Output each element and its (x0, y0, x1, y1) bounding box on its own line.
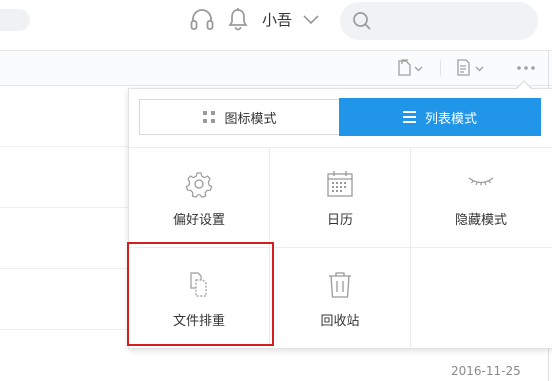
calendar-icon (327, 171, 353, 197)
popup-caret-fill (517, 82, 531, 89)
grid-mode-label: 图标模式 (224, 111, 277, 127)
new-file-dropdown-icon[interactable] (396, 59, 426, 77)
bell-icon[interactable] (227, 7, 249, 31)
preferences-item[interactable]: 偏好设置 (129, 147, 269, 247)
calendar-label: 日历 (326, 213, 353, 228)
tab-pill[interactable] (0, 9, 30, 31)
file-toolbar (0, 51, 552, 86)
file-duplicate-icon (190, 272, 207, 297)
file-dedup-label: 文件排重 (172, 314, 225, 329)
recycle-bin-item[interactable]: 回收站 (270, 248, 410, 348)
grid-mode-button[interactable]: 图标模式 (139, 99, 340, 135)
search-input[interactable] (380, 10, 529, 34)
trash-icon (329, 272, 351, 298)
hidden-mode-item[interactable]: 隐藏模式 (411, 147, 551, 247)
file-dedup-item[interactable]: 文件排重 (129, 248, 269, 348)
username[interactable]: 小吾 (262, 9, 292, 30)
view-mode-toggle: 图标模式 列表模式 (139, 98, 541, 137)
calendar-item[interactable]: 日历 (270, 147, 410, 247)
preferences-label: 偏好设置 (172, 213, 225, 228)
headset-icon[interactable] (189, 7, 215, 33)
list-mode-button[interactable]: 列表模式 (339, 98, 541, 136)
row-date: 2016-11-25 (451, 364, 521, 378)
recycle-bin-label: 回收站 (320, 314, 360, 329)
search-icon (353, 12, 371, 30)
list-mode-label: 列表模式 (424, 111, 477, 127)
hidden-mode-label: 隐藏模式 (454, 213, 507, 228)
closed-eye-icon (468, 177, 494, 186)
gear-icon (185, 172, 213, 198)
list-icon (402, 111, 416, 123)
toolbar-divider (440, 60, 441, 76)
chevron-down-icon[interactable] (302, 13, 320, 25)
top-bar: 小吾 (0, 0, 552, 51)
grid-icon (203, 111, 216, 123)
search-box[interactable] (340, 2, 538, 40)
edit-document-dropdown-icon[interactable] (455, 59, 487, 77)
more-options-icon[interactable] (515, 59, 537, 77)
view-menu-popup: 图标模式 列表模式 偏好设置 日历 隐藏模式 文件排重 回收站 (128, 88, 552, 349)
